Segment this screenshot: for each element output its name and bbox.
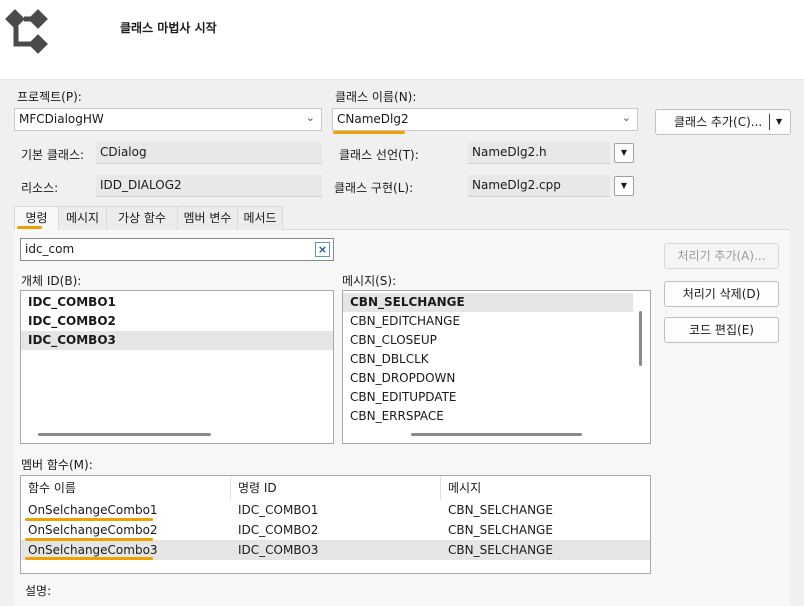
project-combo[interactable]: MFCDialogHW ⌄ — [14, 108, 322, 131]
class-impl-label: 클래스 구현(L): — [334, 181, 414, 195]
list-item[interactable]: CBN_EDITCHANGE — [343, 312, 633, 331]
add-handler-button[interactable]: 처리기 추가(A)... — [664, 243, 779, 269]
list-item[interactable]: IDC_COMBO2 — [21, 312, 333, 331]
table-cell: IDC_COMBO3 — [238, 543, 319, 557]
messages-list[interactable]: CBN_SELCHANGE CBN_EDITCHANGE CBN_CLOSEUP… — [342, 290, 651, 444]
table-cell: OnSelchangeCombo1 — [28, 503, 158, 517]
horizontal-scrollbar[interactable] — [38, 433, 211, 436]
resource-label: 리소스: — [21, 181, 59, 195]
class-decl-dropdown-icon[interactable]: ▼ — [614, 143, 634, 163]
active-tab-indicator — [17, 226, 42, 229]
split-divider — [769, 114, 770, 130]
horizontal-scrollbar[interactable] — [411, 433, 582, 436]
tab-member-variables[interactable]: 멤버 변수 — [178, 206, 238, 230]
search-input[interactable]: idc_com × — [20, 238, 334, 261]
table-cell: IDC_COMBO1 — [238, 503, 319, 517]
add-class-button[interactable]: 클래스 추가(C)... ▼ — [655, 109, 791, 135]
list-item[interactable]: CBN_SELCHANGE — [343, 293, 633, 312]
tab-methods[interactable]: 메서드 — [238, 206, 283, 230]
resource-field: IDD_DIALOG2 — [96, 175, 322, 197]
class-name-label: 클래스 이름(N): — [335, 90, 417, 104]
base-class-label: 기본 클래스: — [21, 148, 85, 162]
column-header-command-id[interactable]: 명령 ID — [231, 476, 441, 500]
class-name-value: CNameDlg2 — [337, 112, 409, 126]
row1-highlight — [25, 518, 153, 521]
table-cell: OnSelchangeCombo2 — [28, 523, 158, 537]
list-item[interactable]: CBN_ERRSPACE — [343, 407, 633, 426]
class-decl-field: NameDlg2.h — [468, 142, 610, 164]
class-impl-field: NameDlg2.cpp — [468, 175, 610, 197]
table-cell: IDC_COMBO2 — [238, 523, 319, 537]
edit-code-button[interactable]: 코드 편집(E) — [664, 317, 779, 343]
column-header-function-name[interactable]: 함수 이름 — [21, 476, 231, 500]
class-decl-label: 클래스 선언(T): — [339, 148, 419, 162]
dropdown-arrow-icon[interactable]: ▼ — [776, 110, 782, 134]
object-ids-label: 개체 ID(B): — [21, 274, 82, 288]
chevron-down-icon: ⌄ — [621, 111, 631, 124]
list-item[interactable]: IDC_COMBO1 — [21, 293, 333, 312]
column-header-message[interactable]: 메시지 — [441, 476, 651, 500]
tab-virtual-functions[interactable]: 가상 함수 — [107, 206, 178, 230]
class-name-highlight — [333, 131, 405, 134]
tab-messages[interactable]: 메시지 — [59, 206, 107, 230]
project-value: MFCDialogHW — [19, 112, 104, 126]
row2-highlight — [25, 538, 153, 541]
table-row[interactable]: OnSelchangeCombo1 IDC_COMBO1 CBN_SELCHAN… — [21, 500, 650, 520]
delete-handler-button[interactable]: 처리기 삭제(D) — [664, 281, 779, 307]
base-class-field: CDialog — [96, 142, 322, 164]
add-class-label: 클래스 추가(C)... — [674, 115, 763, 129]
table-cell: CBN_SELCHANGE — [448, 503, 553, 517]
vertical-scrollbar[interactable] — [639, 311, 642, 366]
list-item[interactable]: CBN_CLOSEUP — [343, 331, 633, 350]
class-impl-dropdown-icon[interactable]: ▼ — [614, 176, 634, 196]
list-item[interactable]: CBN_DBLCLK — [343, 350, 633, 369]
wizard-header: 클래스 마법사 시작 — [0, 0, 804, 80]
class-wizard-logo-icon — [5, 9, 48, 54]
row3-highlight — [25, 557, 153, 560]
list-item[interactable]: IDC_COMBO3 — [21, 331, 333, 350]
clear-search-icon[interactable]: × — [315, 242, 330, 257]
table-row[interactable]: OnSelchangeCombo2 IDC_COMBO2 CBN_SELCHAN… — [21, 520, 650, 540]
object-ids-list[interactable]: IDC_COMBO1 IDC_COMBO2 IDC_COMBO3 — [20, 290, 334, 444]
project-label: 프로젝트(P): — [17, 90, 82, 104]
description-label: 설명: — [25, 584, 52, 598]
wizard-title: 클래스 마법사 시작 — [120, 21, 217, 35]
messages-label: 메시지(S): — [342, 274, 397, 288]
list-item[interactable]: CBN_EDITUPDATE — [343, 388, 633, 407]
class-name-combo[interactable]: CNameDlg2 ⌄ — [332, 108, 638, 131]
list-item[interactable]: CBN_DROPDOWN — [343, 369, 633, 388]
member-functions-label: 멤버 함수(M): — [21, 458, 93, 472]
table-cell: CBN_SELCHANGE — [448, 543, 553, 557]
chevron-down-icon: ⌄ — [305, 111, 315, 124]
search-value: idc_com — [25, 242, 75, 256]
table-cell: CBN_SELCHANGE — [448, 523, 553, 537]
